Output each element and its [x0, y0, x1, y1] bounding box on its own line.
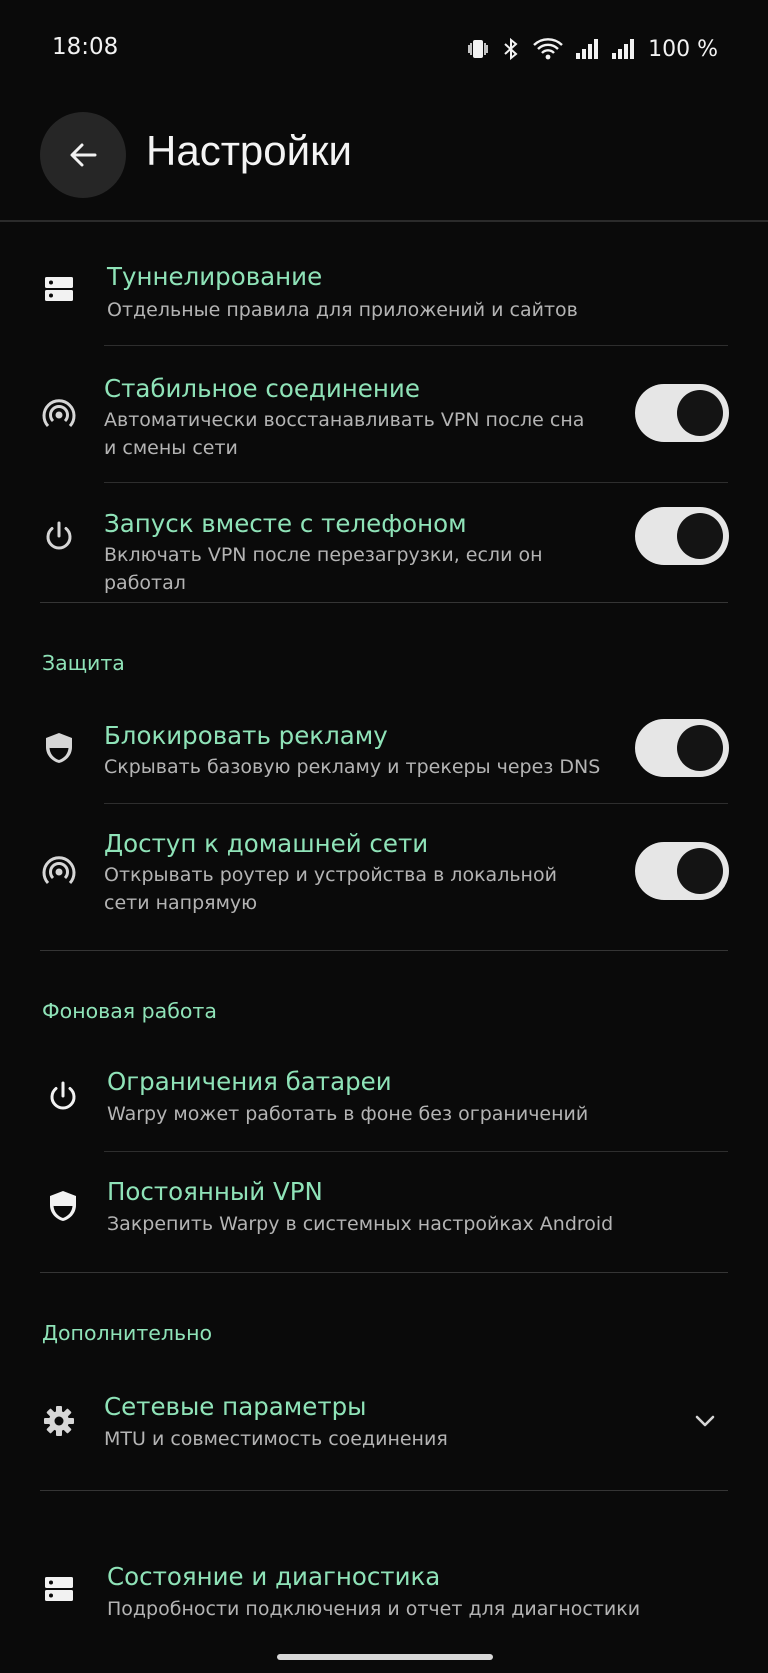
section-divider: [40, 602, 728, 603]
status-bar: 18:08 100 %: [0, 0, 768, 100]
setting-home-network[interactable]: Доступ к домашней сети Открывать роутер …: [0, 815, 768, 935]
home-network-toggle[interactable]: [635, 842, 729, 900]
wifi-icon: [533, 38, 563, 60]
toggle-knob: [677, 848, 723, 894]
setting-title: Запуск вместе с телефоном: [104, 509, 467, 538]
vibrate-icon: [468, 40, 488, 58]
setting-always-on-vpn[interactable]: Постоянный VPN Закрепить Warpy в системн…: [0, 1165, 768, 1261]
block-ads-toggle[interactable]: [635, 719, 729, 777]
setting-battery-limits[interactable]: Ограничения батареи Warpy может работать…: [0, 1055, 768, 1151]
setting-diagnostics[interactable]: Состояние и диагностика Подробности подк…: [0, 1550, 768, 1646]
stable-connection-toggle[interactable]: [635, 384, 729, 442]
server-icon: [40, 1570, 78, 1608]
gear-icon: [40, 1402, 78, 1440]
back-button[interactable]: [40, 112, 126, 198]
signal-icon: [576, 39, 599, 59]
setting-subtitle: Отдельные правила для приложений и сайто…: [107, 299, 578, 321]
section-divider: [40, 950, 728, 951]
gesture-nav-handle[interactable]: [277, 1654, 493, 1660]
divider: [104, 482, 728, 483]
broadcast-icon: [40, 396, 78, 434]
setting-title: Постоянный VPN: [107, 1177, 323, 1206]
setting-subtitle: Включать VPN после перезагрузки, если он…: [104, 544, 543, 594]
setting-subtitle: Скрывать базовую рекламу и трекеры через…: [104, 756, 601, 778]
divider: [104, 345, 728, 346]
toggle-knob: [677, 390, 723, 436]
arrow-left-icon: [70, 143, 97, 167]
setting-title: Блокировать рекламу: [104, 721, 388, 750]
setting-title: Сетевые параметры: [104, 1392, 367, 1421]
toggle-knob: [677, 513, 723, 559]
page-title: Настройки: [146, 127, 352, 174]
bluetooth-icon: [504, 37, 518, 61]
setting-subtitle: Автоматически восстанавливать VPN после …: [104, 409, 585, 459]
section-header-advanced: Дополнительно: [42, 1321, 213, 1345]
status-time: 18:08: [52, 34, 119, 60]
section-header-background: Фоновая работа: [42, 999, 217, 1023]
server-icon: [40, 270, 78, 308]
setting-subtitle: Warpy может работать в фоне без ограниче…: [107, 1103, 589, 1125]
setting-start-with-phone[interactable]: Запуск вместе с телефоном Включать VPN п…: [0, 495, 768, 595]
setting-title: Туннелирование: [107, 262, 323, 291]
setting-subtitle: Подробности подключения и отчет для диаг…: [107, 1598, 641, 1620]
setting-title: Стабильное соединение: [104, 374, 420, 403]
setting-block-ads[interactable]: Блокировать рекламу Скрывать базовую рек…: [0, 707, 768, 803]
signal-icon-2: [612, 39, 635, 59]
setting-subtitle: MTU и совместимость соединения: [104, 1428, 448, 1450]
divider: [104, 803, 728, 804]
section-divider: [40, 1272, 728, 1273]
setting-stable-connection[interactable]: Стабильное соединение Автоматически восс…: [0, 360, 768, 480]
shield-icon: [40, 729, 78, 767]
toggle-knob: [677, 725, 723, 771]
section-divider: [40, 1490, 728, 1491]
battery-level: 100 %: [648, 36, 718, 62]
shield-icon: [44, 1187, 82, 1225]
system-icons: 100 %: [466, 34, 718, 64]
setting-title: Ограничения батареи: [107, 1067, 392, 1096]
setting-network-params[interactable]: Сетевые параметры MTU и совместимость со…: [0, 1380, 768, 1476]
start-with-phone-toggle[interactable]: [635, 507, 729, 565]
setting-subtitle: Закрепить Warpy в системных настройках A…: [107, 1213, 614, 1235]
setting-tunneling[interactable]: Туннелирование Отдельные правила для при…: [0, 252, 768, 342]
power-icon: [40, 517, 78, 555]
broadcast-icon: [40, 853, 78, 891]
section-header-protection: Защита: [42, 651, 125, 675]
setting-title: Состояние и диагностика: [107, 1562, 441, 1591]
app-bar: Настройки: [0, 100, 768, 222]
setting-title: Доступ к домашней сети: [104, 829, 429, 858]
divider: [104, 1151, 728, 1152]
power-icon: [44, 1077, 82, 1115]
setting-subtitle: Открывать роутер и устройства в локально…: [104, 864, 557, 914]
chevron-down-icon[interactable]: [692, 1408, 718, 1434]
